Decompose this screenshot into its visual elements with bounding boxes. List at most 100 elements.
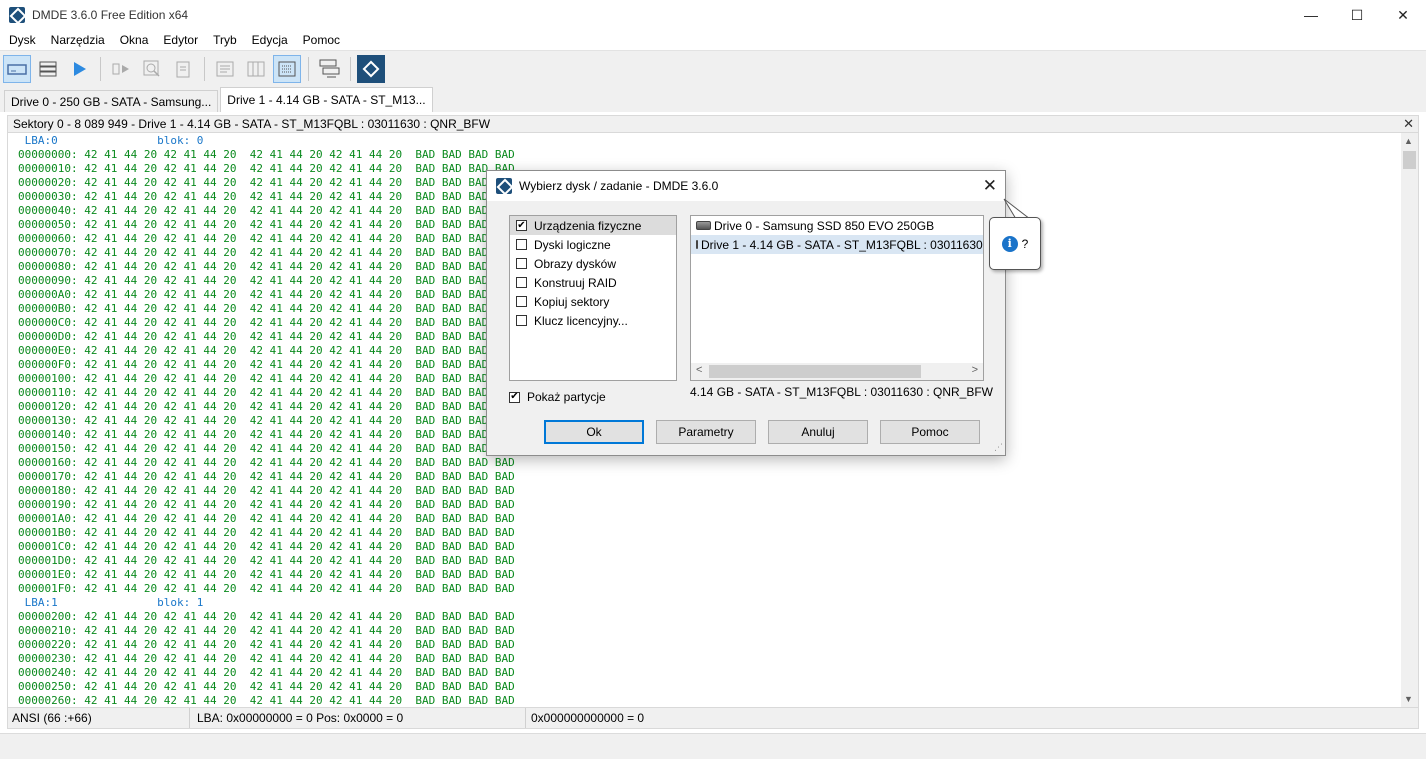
hex-line: 000000D0: 42 41 44 20 42 41 44 20 42 41 …: [18, 330, 515, 343]
task-item-build-raid[interactable]: Konstruuj RAID: [510, 273, 676, 292]
task-item-license-key[interactable]: Klucz licencyjny...: [510, 311, 676, 330]
info-tooltip[interactable]: i ?: [989, 217, 1041, 270]
drive-icon: [7, 63, 27, 75]
menu-tryb[interactable]: Tryb: [204, 33, 243, 47]
hex-line: 00000160: 42 41 44 20 42 41 44 20 42 41 …: [18, 456, 515, 469]
scroll-up-arrow[interactable]: ▲: [1404, 136, 1413, 146]
hex-line: 00000110: 42 41 44 20 42 41 44 20 42 41 …: [18, 386, 515, 399]
dmde-app-icon: [496, 178, 512, 194]
hex-line: 00000180: 42 41 44 20 42 41 44 20 42 41 …: [18, 484, 515, 497]
tab-drive-0[interactable]: Drive 0 - 250 GB - SATA - Samsung...: [4, 90, 219, 112]
search-icon: [143, 60, 160, 77]
step-button[interactable]: [107, 55, 135, 83]
help-button[interactable]: Pomoc: [880, 420, 980, 444]
hex-line: 00000230: 42 41 44 20 42 41 44 20 42 41 …: [18, 652, 515, 665]
menu-pomoc[interactable]: Pomoc: [294, 33, 346, 47]
hex-line: 000000C0: 42 41 44 20 42 41 44 20 42 41 …: [18, 316, 515, 329]
hex-line: 000001C0: 42 41 44 20 42 41 44 20 42 41 …: [18, 540, 515, 553]
hex-line: 00000100: 42 41 44 20 42 41 44 20 42 41 …: [18, 372, 515, 385]
sparkle-document-icon: [176, 61, 190, 77]
partition-button[interactable]: [315, 55, 343, 83]
task-label: Urządzenia fizyczne: [534, 218, 642, 233]
hex-line: 00000220: 42 41 44 20 42 41 44 20 42 41 …: [18, 638, 515, 651]
hex-line: 00000080: 42 41 44 20 42 41 44 20 42 41 …: [18, 260, 515, 273]
show-partitions-option[interactable]: ✔ Pokaż partycje: [509, 390, 606, 404]
select-drive-dialog: Wybierz dysk / zadanie - DMDE 3.6.0 ✕ ✔ …: [486, 170, 1006, 456]
toolbar-separator: [204, 56, 205, 81]
hex-line: 000001B0: 42 41 44 20 42 41 44 20 42 41 …: [18, 526, 515, 539]
task-item-physical-devices[interactable]: ✔ Urządzenia fizyczne: [510, 216, 676, 235]
ok-button[interactable]: Ok: [544, 420, 644, 444]
hex-grid-icon: [278, 61, 296, 76]
close-button[interactable]: ✕: [1380, 0, 1426, 30]
dmde-logo-icon: [362, 60, 380, 77]
task-checkbox[interactable]: ✔: [516, 220, 527, 231]
task-item-logical-disks[interactable]: Dyski logiczne: [510, 235, 676, 254]
task-checkbox[interactable]: [516, 315, 527, 326]
search-button[interactable]: [138, 55, 166, 83]
task-label: Obrazy dysków: [534, 256, 617, 271]
hex-line: 00000010: 42 41 44 20 42 41 44 20 42 41 …: [18, 162, 515, 175]
menu-edycja[interactable]: Edycja: [243, 33, 294, 47]
scroll-thumb[interactable]: [709, 365, 921, 378]
status-position: LBA: 0x00000000 = 0 Pos: 0x0000 = 0: [190, 708, 526, 728]
menu-edytor[interactable]: Edytor: [154, 33, 204, 47]
scroll-thumb[interactable]: [1403, 151, 1416, 169]
dialog-title: Wybierz dysk / zadanie - DMDE 3.6.0: [519, 179, 719, 193]
text-view-button[interactable]: [211, 55, 239, 83]
task-list: ✔ Urządzenia fizyczne Dyski logiczne Obr…: [509, 215, 677, 381]
partition-icon: [319, 59, 340, 77]
drive-item-1[interactable]: Drive 1 - 4.14 GB - SATA - ST_M13FQBL : …: [691, 235, 983, 254]
task-checkbox[interactable]: [516, 277, 527, 288]
hex-line: 000000A0: 42 41 44 20 42 41 44 20 42 41 …: [18, 288, 515, 301]
list-view-button[interactable]: [34, 55, 62, 83]
vertical-scrollbar[interactable]: ▲ ▼: [1401, 133, 1418, 707]
hex-line: 00000240: 42 41 44 20 42 41 44 20 42 41 …: [18, 666, 515, 679]
status-bar: ANSI (66 :+66) LBA: 0x00000000 = 0 Pos: …: [7, 707, 1419, 729]
panel-close-button[interactable]: ✕: [1403, 116, 1414, 132]
horizontal-scrollbar[interactable]: < >: [691, 363, 983, 380]
scroll-left-arrow[interactable]: <: [696, 364, 702, 376]
drive-label: Drive 0 - Samsung SSD 850 EVO 250GB: [714, 218, 935, 233]
maximize-button[interactable]: ☐: [1334, 0, 1380, 30]
menu-dysk[interactable]: Dysk: [0, 33, 42, 47]
new-document-button[interactable]: [169, 55, 197, 83]
drive-item-0[interactable]: Drive 0 - Samsung SSD 850 EVO 250GB: [691, 216, 983, 235]
hex-line: 00000020: 42 41 44 20 42 41 44 20 42 41 …: [18, 176, 515, 189]
tab-drive-1[interactable]: Drive 1 - 4.14 GB - SATA - ST_M13...: [220, 87, 433, 112]
hex-line: 000000F0: 42 41 44 20 42 41 44 20 42 41 …: [18, 358, 515, 371]
task-label: Kopiuj sektory: [534, 294, 610, 309]
menu-bar: Dysk Narzędzia Okna Edytor Tryb Edycja P…: [0, 30, 1426, 50]
play-icon: [74, 61, 86, 76]
toolbar-separator: [308, 56, 309, 81]
dmde-logo-button[interactable]: [357, 54, 385, 83]
minimize-button[interactable]: —: [1288, 0, 1334, 30]
menu-narzedzia[interactable]: Narzędzia: [42, 33, 111, 47]
task-checkbox[interactable]: [516, 296, 527, 307]
parameters-button[interactable]: Parametry: [656, 420, 756, 444]
menu-okna[interactable]: Okna: [111, 33, 155, 47]
drive-view-button[interactable]: [3, 54, 31, 83]
columns-view-button[interactable]: [242, 55, 270, 83]
task-item-copy-sectors[interactable]: Kopiuj sektory: [510, 292, 676, 311]
status-value: 0x000000000000 = 0: [531, 711, 645, 725]
hex-line: 00000130: 42 41 44 20 42 41 44 20 42 41 …: [18, 414, 515, 427]
task-checkbox[interactable]: [516, 239, 527, 250]
scroll-right-arrow[interactable]: >: [972, 364, 978, 376]
dialog-close-button[interactable]: ✕: [983, 176, 997, 196]
resize-grip-icon[interactable]: ⋰: [994, 442, 1003, 453]
drive-list: Drive 0 - Samsung SSD 850 EVO 250GB Driv…: [690, 215, 984, 381]
hex-line: 00000150: 42 41 44 20 42 41 44 20 42 41 …: [18, 442, 515, 455]
dmde-app-icon: [9, 7, 25, 23]
show-partitions-checkbox[interactable]: ✔: [509, 391, 520, 403]
task-checkbox[interactable]: [516, 258, 527, 269]
play-button[interactable]: [65, 55, 93, 83]
hex-line: 00000210: 42 41 44 20 42 41 44 20 42 41 …: [18, 624, 515, 637]
hex-line: 00000200: 42 41 44 20 42 41 44 20 42 41 …: [18, 610, 515, 623]
hard-drive-icon: [696, 221, 711, 230]
hex-view-button[interactable]: [273, 54, 301, 83]
cancel-button[interactable]: Anuluj: [768, 420, 868, 444]
task-item-disk-images[interactable]: Obrazy dysków: [510, 254, 676, 273]
scroll-down-arrow[interactable]: ▼: [1404, 694, 1413, 704]
hex-line: 00000070: 42 41 44 20 42 41 44 20 42 41 …: [18, 246, 515, 259]
